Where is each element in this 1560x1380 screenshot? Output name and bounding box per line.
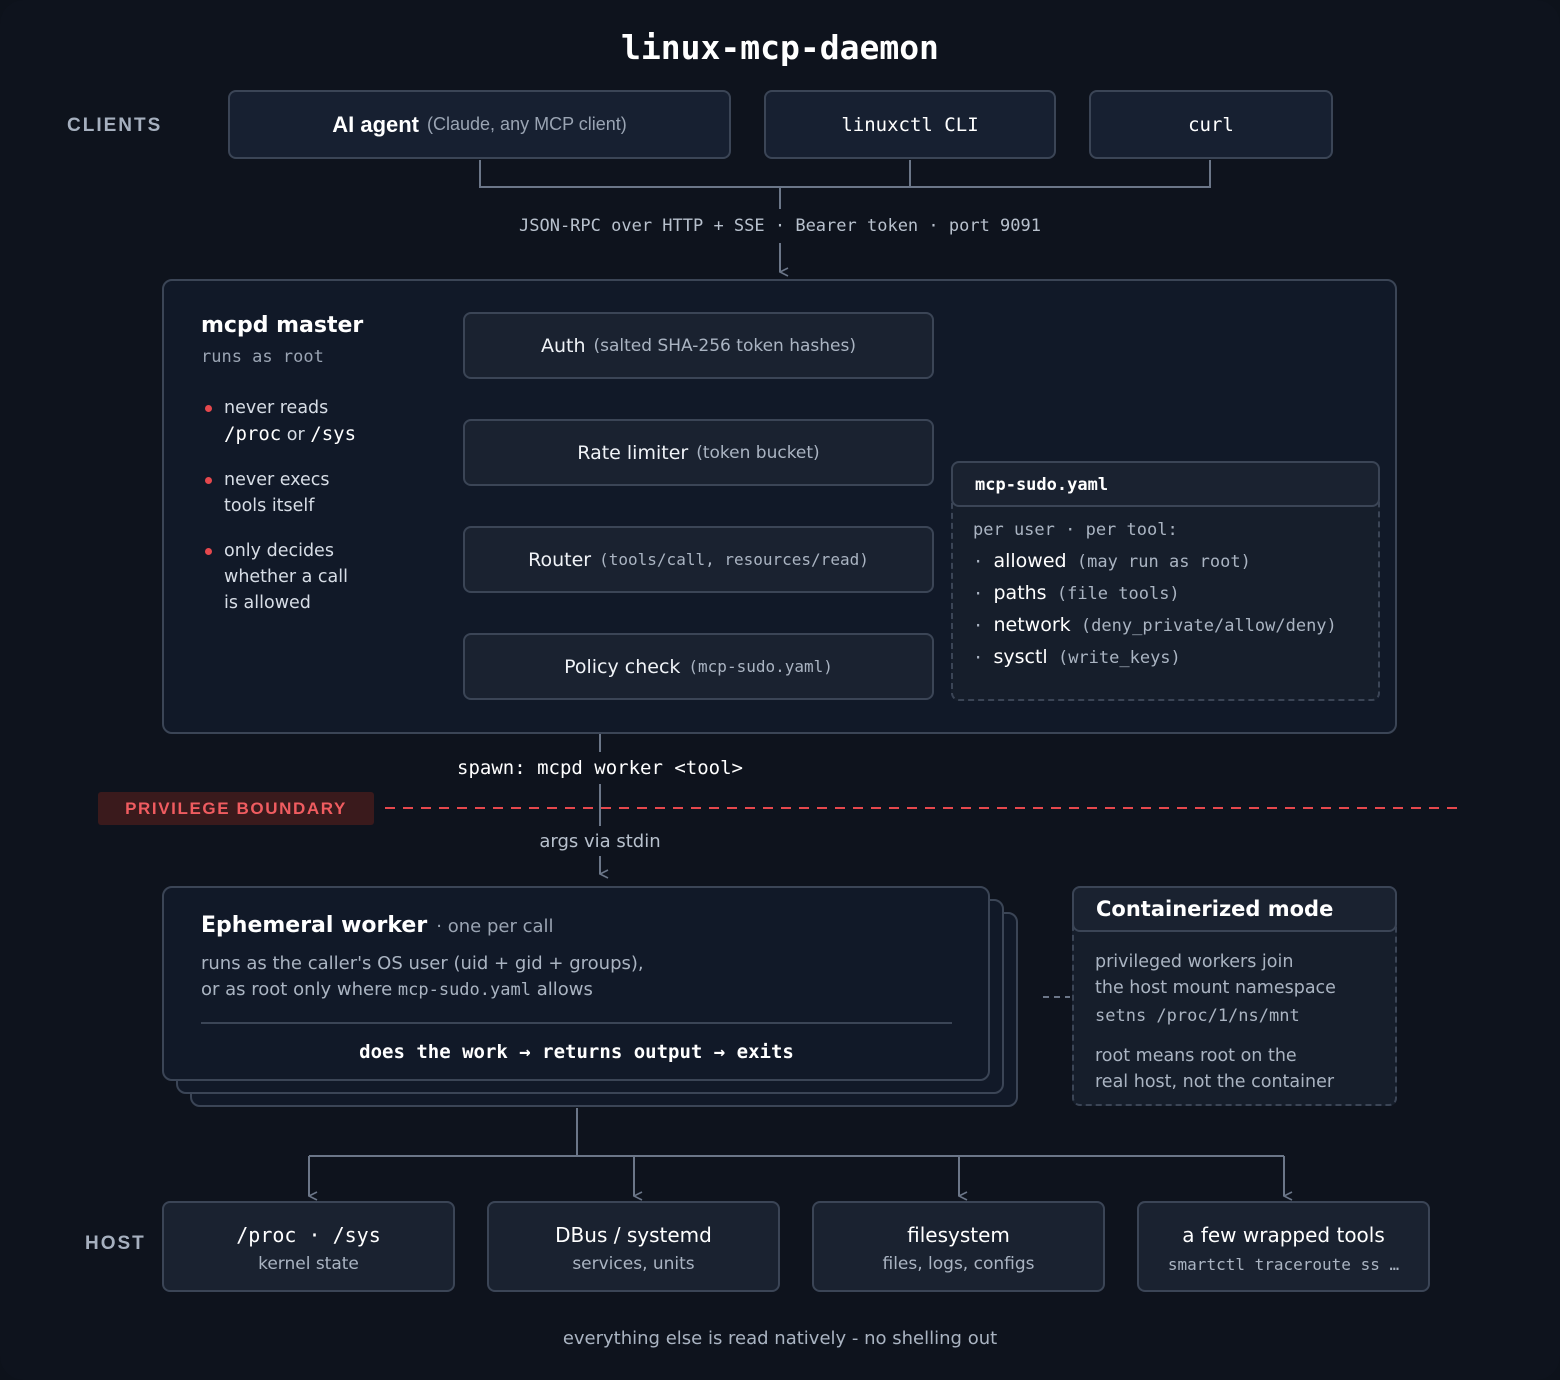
worker-divider <box>201 1022 952 1024</box>
host-proc-sys: /proc · /sys kernel state <box>162 1201 455 1292</box>
stage-policy-check: Policy check (mcp-sudo.yaml) <box>463 633 934 700</box>
transport-label: JSON-RPC over HTTP + SSE · Bearer token … <box>380 213 1180 239</box>
worker-line-2b: mcp-sudo.yaml <box>397 980 531 1000</box>
policy-rule-allowed: · allowed (may run as root) <box>973 550 1251 572</box>
host-subtitle: smartctl traceroute ss … <box>1167 1255 1400 1274</box>
container-title: Containerized mode <box>1096 897 1334 921</box>
container-text-2: root means root on the real host, not th… <box>1095 1043 1334 1095</box>
host-subtitle: services, units <box>572 1254 695 1274</box>
note-line: never reads <box>224 398 329 418</box>
worker-line-1: runs as the caller's OS user (uid + gid … <box>201 953 644 974</box>
stage-detail: (token bucket) <box>696 442 820 463</box>
container-header: Containerized mode <box>1072 886 1397 932</box>
bullet-dot <box>205 405 212 412</box>
lane-label-host: HOST <box>85 1233 146 1254</box>
stage-router: Router (tools/call, resources/read) <box>463 526 934 593</box>
note-line: never execs <box>224 470 330 490</box>
master-note-decides: only decides whether a call is allowed <box>224 538 348 616</box>
worker-title: Ephemeral worker <box>201 913 428 938</box>
proc-path: /proc <box>224 423 282 445</box>
stage-name: Router <box>528 548 592 571</box>
worker-line-2c: allows <box>536 979 593 1000</box>
policy-file-title: mcp-sudo.yaml <box>975 475 1109 495</box>
host-title: a few wrapped tools <box>1182 1223 1385 1247</box>
client-curl: curl <box>1089 90 1333 159</box>
stage-auth: Auth (salted SHA-256 token hashes) <box>463 312 934 379</box>
stage-detail: (mcp-sudo.yaml) <box>688 657 833 676</box>
host-filesystem: filesystem files, logs, configs <box>812 1201 1105 1292</box>
client-merge-line <box>479 160 1211 188</box>
diagram-title: linux-mcp-daemon <box>621 28 939 67</box>
rule-key: paths <box>993 582 1047 604</box>
stage-name: Policy check <box>564 655 681 678</box>
note-line: only decides <box>224 541 334 561</box>
host-title: /proc · /sys <box>236 1223 381 1247</box>
policy-file-header: mcp-sudo.yaml <box>951 461 1380 507</box>
privilege-boundary-badge: PRIVILEGE BOUNDARY <box>98 792 374 825</box>
stage-rate-limiter: Rate limiter (token bucket) <box>463 419 934 486</box>
spawn-label: spawn: mcpd worker <tool> <box>420 754 780 782</box>
rule-key: sysctl <box>993 646 1048 668</box>
rule-detail: (deny_private/allow/deny) <box>1080 616 1337 636</box>
host-dbus-systemd: DBus / systemd services, units <box>487 1201 780 1292</box>
stage-detail: (tools/call, resources/read) <box>599 550 869 569</box>
worker-flow: does the work → returns output → exits <box>359 1041 794 1063</box>
note-line: tools itself <box>224 496 315 516</box>
note-line: whether a call <box>224 567 349 587</box>
container-line: root means root on the <box>1095 1046 1297 1066</box>
bullet-dot <box>205 477 212 484</box>
container-line: real host, not the container <box>1095 1072 1335 1092</box>
rule-detail: (file tools) <box>1056 584 1180 604</box>
rule-key: allowed <box>993 550 1067 572</box>
worker-line-2: or as root only where mcp-sudo.yaml allo… <box>201 979 593 1000</box>
rule-detail: (may run as root) <box>1076 552 1251 572</box>
host-title: filesystem <box>907 1223 1010 1247</box>
container-line: the host mount namespace <box>1095 978 1336 998</box>
note-or: or <box>286 425 305 445</box>
bullet-dot <box>205 548 212 555</box>
client-ai-agent-detail: (Claude, any MCP client) <box>427 114 627 134</box>
container-setns-code: setns /proc/1/ns/mnt <box>1095 1006 1300 1026</box>
client-ai-agent: AI agent (Claude, any MCP client) <box>228 90 731 159</box>
rule-key: network <box>993 614 1071 636</box>
footer-note: everything else is read natively - no sh… <box>562 1327 998 1349</box>
worker-fanout-line <box>576 1108 1284 1157</box>
client-ai-agent-name: AI agent <box>332 111 420 137</box>
args-label: args via stdin <box>500 828 700 854</box>
lane-label-clients: CLIENTS <box>67 115 163 136</box>
host-subtitle: files, logs, configs <box>882 1254 1035 1274</box>
policy-rule-paths: · paths (file tools) <box>973 582 1180 604</box>
worker-heading: Ephemeral worker · one per call <box>201 913 554 938</box>
policy-rule-sysctl: · sysctl (write_keys) <box>973 646 1181 668</box>
worker-line-2a: or as root only where <box>201 979 393 1000</box>
stage-name: Auth <box>540 334 586 357</box>
rule-detail: (write_keys) <box>1057 648 1181 668</box>
container-line: privileged workers join <box>1095 952 1294 972</box>
master-note-no-proc: never reads /proc or /sys <box>224 395 356 448</box>
policy-rule-network: · network (deny_private/allow/deny) <box>973 614 1337 636</box>
container-text-1: privileged workers join the host mount n… <box>1095 949 1336 1001</box>
host-wrapped-tools: a few wrapped tools smartctl traceroute … <box>1137 1201 1430 1292</box>
master-subtitle: runs as root <box>201 347 324 367</box>
host-subtitle: kernel state <box>258 1254 359 1274</box>
worker-badge: · one per call <box>436 916 554 937</box>
stage-detail: (salted SHA-256 token hashes) <box>593 335 856 356</box>
master-title: mcpd master <box>201 313 364 338</box>
note-line-paths: /proc or /sys <box>224 421 356 448</box>
sys-path: /sys <box>310 423 357 445</box>
host-title: DBus / systemd <box>555 1223 712 1247</box>
note-line: is allowed <box>224 593 311 613</box>
stage-name: Rate limiter <box>577 441 689 464</box>
master-note-no-exec: never execs tools itself <box>224 467 330 519</box>
client-linuxctl-cli: linuxctl CLI <box>764 90 1056 159</box>
policy-file-intro: per user · per tool: <box>973 520 1178 540</box>
